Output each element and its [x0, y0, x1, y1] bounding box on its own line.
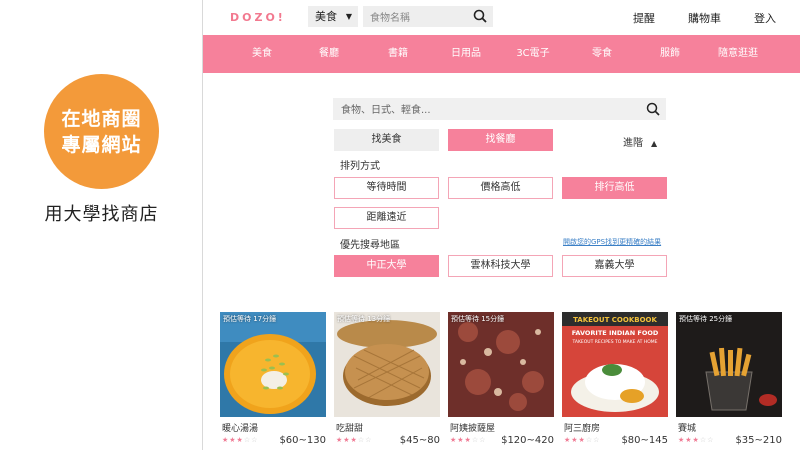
restaurant-name: 暖心湯湯 — [222, 424, 259, 434]
nav-item-browse[interactable]: 隨意逛逛 — [708, 35, 768, 73]
category-select[interactable]: 美食 ▼ — [308, 6, 358, 27]
area-yuntech-button[interactable]: 雲林科技大學 — [448, 255, 553, 277]
restaurant-card[interactable]: 預估等待 25分鐘 賽城 ★★★☆☆ $35~210 — [676, 312, 782, 446]
nav-item-snacks[interactable]: 零食 — [572, 35, 632, 73]
rating-stars: ★★★☆☆ — [450, 436, 487, 444]
rating-stars: ★★★☆☆ — [678, 436, 715, 444]
promo-badge: 在地商圈 專屬網站 — [44, 74, 159, 189]
gps-link[interactable]: 開啟您的GPS找到更精確的結果 — [563, 237, 661, 247]
restaurant-card[interactable]: 預估等待 17分鐘 暖心湯湯 ★★★☆☆ $60~130 — [220, 312, 326, 446]
name-search-box — [363, 6, 493, 30]
promo-caption: 用大學找商店 — [44, 204, 159, 225]
wait-time: 預估等待 25分鐘 — [679, 315, 733, 323]
sort-ranking-button[interactable]: 排行高低 — [562, 177, 667, 199]
category-nav: 美食 餐廳 書籍 日用品 3C電子 零食 服飾 隨意逛逛 — [203, 35, 800, 73]
find-restaurant-button[interactable]: 找餐廳 — [448, 129, 553, 151]
restaurant-name: 阿姨披薩屋 — [450, 424, 496, 434]
wait-time: 預估等待 17分鐘 — [223, 315, 277, 323]
reminder-link[interactable]: 提醒 — [633, 10, 655, 26]
restaurant-name: 賽城 — [678, 424, 697, 434]
wait-time: 預估等待 13分鐘 — [337, 315, 391, 323]
sort-wait-time-button[interactable]: 等待時間 — [334, 177, 439, 199]
price-range: $45~80 — [399, 435, 440, 446]
fries-image — [676, 312, 782, 417]
sort-price-button[interactable]: 價格高低 — [448, 177, 553, 199]
promo-badge-line1: 在地商圈 — [61, 107, 142, 130]
price-range: $60~130 — [279, 435, 326, 446]
rating-stars: ★★★☆☆ — [222, 436, 259, 444]
promo-badge-line2: 專屬網站 — [61, 133, 142, 156]
restaurant-photo: 預估等待 25分鐘 — [676, 312, 782, 417]
nav-item-food[interactable]: 美食 — [232, 35, 292, 73]
nav-item-daily[interactable]: 日用品 — [436, 35, 496, 73]
rating-stars: ★★★☆☆ — [564, 436, 601, 444]
restaurant-name: 阿三廚房 — [564, 424, 601, 434]
price-range: $80~145 — [621, 435, 668, 446]
price-range: $35~210 — [735, 435, 782, 446]
pizza-image — [448, 312, 554, 417]
nav-item-restaurant[interactable]: 餐廳 — [299, 35, 359, 73]
area-ncyu-button[interactable]: 嘉義大學 — [562, 255, 667, 277]
nav-item-clothing[interactable]: 服飾 — [640, 35, 700, 73]
advanced-toggle[interactable]: 進階 ▲ — [623, 134, 657, 149]
area-ccu-button[interactable]: 中正大學 — [334, 255, 439, 277]
find-food-button[interactable]: 找美食 — [334, 129, 439, 151]
wait-time: 預估等待 15分鐘 — [451, 315, 505, 323]
soup-image — [220, 312, 326, 417]
cookbook-image: TAKEOUT COOKBOOK FAVORITE INDIAN FOOD TA… — [562, 312, 668, 417]
main-search-box — [333, 98, 666, 123]
rating-stars: ★★★☆☆ — [336, 436, 373, 444]
app-window: DOZO! 美食 ▼ 提醒 購物車 登入 美食 餐廳 書籍 日用品 3C電子 零… — [203, 0, 800, 450]
sort-distance-button[interactable]: 距離遠近 — [334, 207, 439, 229]
top-bar: DOZO! 美食 ▼ 提醒 購物車 登入 — [203, 0, 800, 35]
main-search-input[interactable] — [333, 98, 623, 123]
cart-link[interactable]: 購物車 — [688, 10, 721, 26]
category-select-value: 美食 — [315, 10, 337, 23]
search-icon[interactable] — [473, 9, 487, 23]
price-range: $120~420 — [501, 435, 554, 446]
advanced-label: 進階 — [623, 138, 643, 149]
restaurant-name: 吃甜甜 — [336, 424, 364, 434]
restaurant-photo: 預估等待 13分鐘 — [334, 312, 440, 417]
login-link[interactable]: 登入 — [754, 10, 776, 26]
logo[interactable]: DOZO! — [230, 11, 286, 24]
area-title: 優先搜尋地區 — [340, 240, 400, 251]
triangle-up-icon: ▲ — [651, 139, 658, 148]
nav-item-books[interactable]: 書籍 — [368, 35, 428, 73]
promo-panel: 在地商圈 專屬網站 用大學找商店 — [0, 0, 203, 450]
restaurant-photo: 預估等待 15分鐘 — [448, 312, 554, 417]
restaurant-photo: TAKEOUT COOKBOOK FAVORITE INDIAN FOOD TA… — [562, 312, 668, 417]
chevron-down-icon: ▼ — [345, 12, 352, 21]
search-icon[interactable] — [646, 102, 660, 116]
svg-text:TAKEOUT COOKBOOK: TAKEOUT COOKBOOK — [573, 316, 657, 324]
name-search-input[interactable] — [363, 7, 472, 30]
restaurant-card[interactable]: TAKEOUT COOKBOOK FAVORITE INDIAN FOOD TA… — [562, 312, 668, 446]
svg-text:TAKEOUT RECIPES TO MAKE AT HOM: TAKEOUT RECIPES TO MAKE AT HOME — [571, 339, 657, 345]
nav-item-electronics[interactable]: 3C電子 — [503, 35, 563, 73]
sort-title: 排列方式 — [340, 161, 380, 172]
svg-text:FAVORITE INDIAN FOOD: FAVORITE INDIAN FOOD — [572, 329, 659, 337]
restaurant-card[interactable]: 預估等待 15分鐘 阿姨披薩屋 ★★★☆☆ $120~420 — [448, 312, 554, 446]
restaurant-card[interactable]: 預估等待 13分鐘 吃甜甜 ★★★☆☆ $45~80 — [334, 312, 440, 446]
restaurant-photo: 預估等待 17分鐘 — [220, 312, 326, 417]
stroopwafel-image — [334, 312, 440, 417]
